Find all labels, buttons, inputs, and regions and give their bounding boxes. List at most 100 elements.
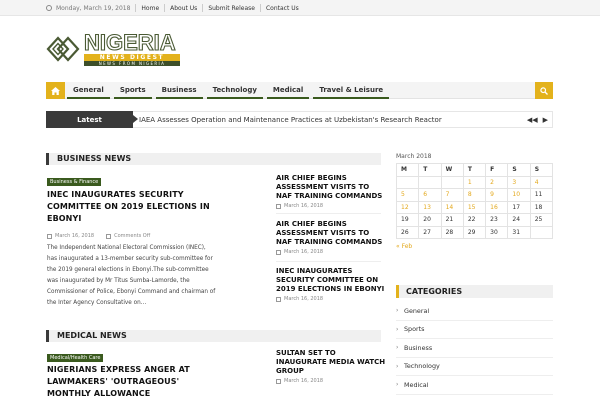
chevron-right-icon: › bbox=[396, 325, 399, 333]
business-category-tag[interactable]: Business & Finance bbox=[47, 178, 102, 186]
side-item-title[interactable]: SULTAN SET TO INAUGURATE MEDIA WATCH GRO… bbox=[276, 349, 386, 376]
calendar-icon bbox=[276, 378, 281, 384]
calendar-day: 19 bbox=[395, 213, 420, 227]
top-link-contact[interactable]: Contact Us bbox=[266, 5, 299, 12]
calendar-icon bbox=[276, 296, 281, 302]
calendar-table: MTWTFSS 1 2 3 4 5 6 7 8 9 10 11 12 13 14 15 16 17 18 19 20 2… bbox=[395, 163, 554, 239]
category-label: Medical bbox=[404, 380, 429, 389]
categories-header: CATEGORIES bbox=[396, 285, 553, 298]
side-item-title[interactable]: AIR CHIEF BEGINS ASSESSMENT VISITS TO NA… bbox=[276, 220, 386, 247]
category-item-business[interactable]: › Business bbox=[396, 339, 553, 358]
calendar-day[interactable]: 7 bbox=[440, 188, 464, 202]
medical-category-tag[interactable]: Medical/Health Care bbox=[47, 354, 104, 362]
logo-title: NIGERIA bbox=[83, 30, 176, 55]
category-label: Sports bbox=[404, 325, 425, 334]
calendar-prev-link[interactable]: « Feb bbox=[396, 243, 553, 250]
ticker-next-icon[interactable]: ▶ bbox=[543, 116, 548, 124]
calendar-day-header: S bbox=[507, 163, 531, 177]
side-item-title[interactable]: INEC INAUGURATES SECURITY COMMITTEE ON 2… bbox=[276, 267, 386, 294]
calendar-day[interactable]: 2 bbox=[485, 175, 509, 189]
chevron-right-icon: › bbox=[396, 307, 399, 315]
logo-mark-icon bbox=[46, 34, 80, 64]
calendar-day bbox=[418, 175, 442, 189]
category-item-sports[interactable]: › Sports bbox=[396, 321, 553, 339]
calendar-day: 31 bbox=[507, 225, 531, 239]
calendar-day: 21 bbox=[440, 213, 464, 227]
nav-item-sports[interactable]: Sports bbox=[113, 82, 152, 99]
nav-item-general[interactable]: General bbox=[67, 82, 110, 99]
calendar-day[interactable]: 6 bbox=[418, 188, 442, 202]
ticker-headline[interactable]: IAEA Assesses Operation and Maintenance … bbox=[139, 112, 442, 127]
clock-icon bbox=[46, 5, 52, 11]
nav-item-travel-leisure[interactable]: Travel & Leisure bbox=[313, 82, 390, 99]
medical-side-item[interactable]: SULTAN SET TO INAUGURATE MEDIA WATCH GRO… bbox=[276, 349, 386, 384]
search-button[interactable] bbox=[535, 82, 553, 99]
business-side-item[interactable]: AIR CHIEF BEGINS ASSESSMENT VISITS TO NA… bbox=[276, 174, 386, 209]
medical-headline[interactable]: NIGERIANS EXPRESS ANGER AT LAWMAKERS' 'O… bbox=[47, 364, 217, 400]
medical-news-header: MEDICAL NEWS bbox=[46, 330, 381, 342]
logo-tagline: NEWS FROM NIGERIA bbox=[84, 61, 180, 66]
calendar-day[interactable]: 12 bbox=[395, 200, 420, 214]
category-item-technology[interactable]: › Technology bbox=[396, 358, 553, 376]
calendar-day[interactable]: 1 bbox=[462, 175, 487, 189]
business-side-item[interactable]: AIR CHIEF BEGINS ASSESSMENT VISITS TO NA… bbox=[276, 220, 386, 255]
category-item-medical[interactable]: › Medical bbox=[396, 376, 553, 395]
calendar-day-header: S bbox=[529, 163, 554, 177]
calendar-day[interactable]: 16 bbox=[485, 200, 509, 214]
calendar-day: 20 bbox=[418, 213, 442, 227]
comment-icon bbox=[106, 233, 112, 239]
business-headline[interactable]: INEC INAUGURATES SECURITY COMMITTEE ON 2… bbox=[47, 189, 217, 225]
calendar-day[interactable]: 3 bbox=[507, 175, 531, 189]
calendar-day: 25 bbox=[529, 213, 554, 227]
business-side-item[interactable]: INEC INAUGURATES SECURITY COMMITTEE ON 2… bbox=[276, 267, 386, 302]
calendar-widget: March 2018 MTWTFSS 1 2 3 4 5 6 7 8 9 10 11 12 13 14 15… bbox=[395, 153, 554, 250]
calendar-day: 28 bbox=[440, 225, 464, 239]
home-button[interactable] bbox=[46, 82, 65, 99]
side-item-date: March 16, 2018 bbox=[284, 249, 324, 255]
side-item-date: March 16, 2018 bbox=[284, 296, 324, 302]
ticker-prev-icon[interactable]: ◀◀ bbox=[527, 116, 538, 124]
calendar-day-header: W bbox=[440, 163, 464, 177]
calendar-day[interactable]: 4 bbox=[529, 175, 554, 189]
calendar-day: 23 bbox=[485, 213, 509, 227]
main-nav: General Sports Business Technology Medic… bbox=[46, 82, 553, 99]
calendar-day-header: M bbox=[395, 163, 420, 177]
nav-item-medical[interactable]: Medical bbox=[266, 82, 310, 99]
calendar-day[interactable]: 8 bbox=[462, 188, 487, 202]
ticker-label: Latest bbox=[46, 111, 138, 128]
calendar-day[interactable]: 10 bbox=[507, 188, 531, 202]
calendar-day[interactable]: 13 bbox=[418, 200, 442, 214]
calendar-day[interactable]: 9 bbox=[485, 188, 509, 202]
date-display: Monday, March 19, 2018 bbox=[46, 5, 130, 12]
calendar-icon bbox=[47, 233, 52, 239]
business-meta: March 16, 2018 Comments Off bbox=[47, 233, 150, 239]
calendar-day-header: T bbox=[418, 163, 442, 177]
nav-item-technology[interactable]: Technology bbox=[206, 82, 263, 99]
calendar-day: 26 bbox=[395, 225, 420, 239]
current-date: Monday, March 19, 2018 bbox=[56, 4, 131, 12]
calendar-day bbox=[529, 225, 554, 239]
calendar-day[interactable]: 5 bbox=[395, 188, 420, 202]
calendar-day[interactable]: 14 bbox=[440, 200, 464, 214]
calendar-day: 22 bbox=[462, 213, 487, 227]
site-logo[interactable]: NIGERIA NEWS DIGEST NEWS FROM NIGERIA bbox=[46, 30, 180, 67]
business-excerpt: The Independent National Electoral Commi… bbox=[47, 245, 216, 306]
categories-title: CATEGORIES bbox=[406, 287, 463, 296]
side-item-date: March 16, 2018 bbox=[284, 203, 324, 209]
calendar-day bbox=[440, 175, 464, 189]
nav-item-business[interactable]: Business bbox=[155, 82, 203, 99]
chevron-right-icon: › bbox=[396, 344, 399, 352]
calendar-day: 27 bbox=[418, 225, 442, 239]
top-link-submit-release[interactable]: Submit Release bbox=[208, 5, 255, 12]
side-item-title[interactable]: AIR CHIEF BEGINS ASSESSMENT VISITS TO NA… bbox=[276, 174, 386, 201]
calendar-day: 29 bbox=[462, 225, 487, 239]
top-link-home[interactable]: Home bbox=[141, 5, 159, 12]
calendar-day[interactable]: 15 bbox=[462, 200, 487, 214]
chevron-right-icon: › bbox=[396, 362, 399, 370]
business-comments: Comments Off bbox=[114, 233, 151, 239]
top-link-about[interactable]: About Us bbox=[170, 5, 197, 12]
calendar-day: 30 bbox=[485, 225, 509, 239]
category-item-general[interactable]: › General bbox=[396, 302, 553, 321]
calendar-day-header: F bbox=[485, 163, 509, 177]
calendar-icon bbox=[276, 249, 281, 255]
